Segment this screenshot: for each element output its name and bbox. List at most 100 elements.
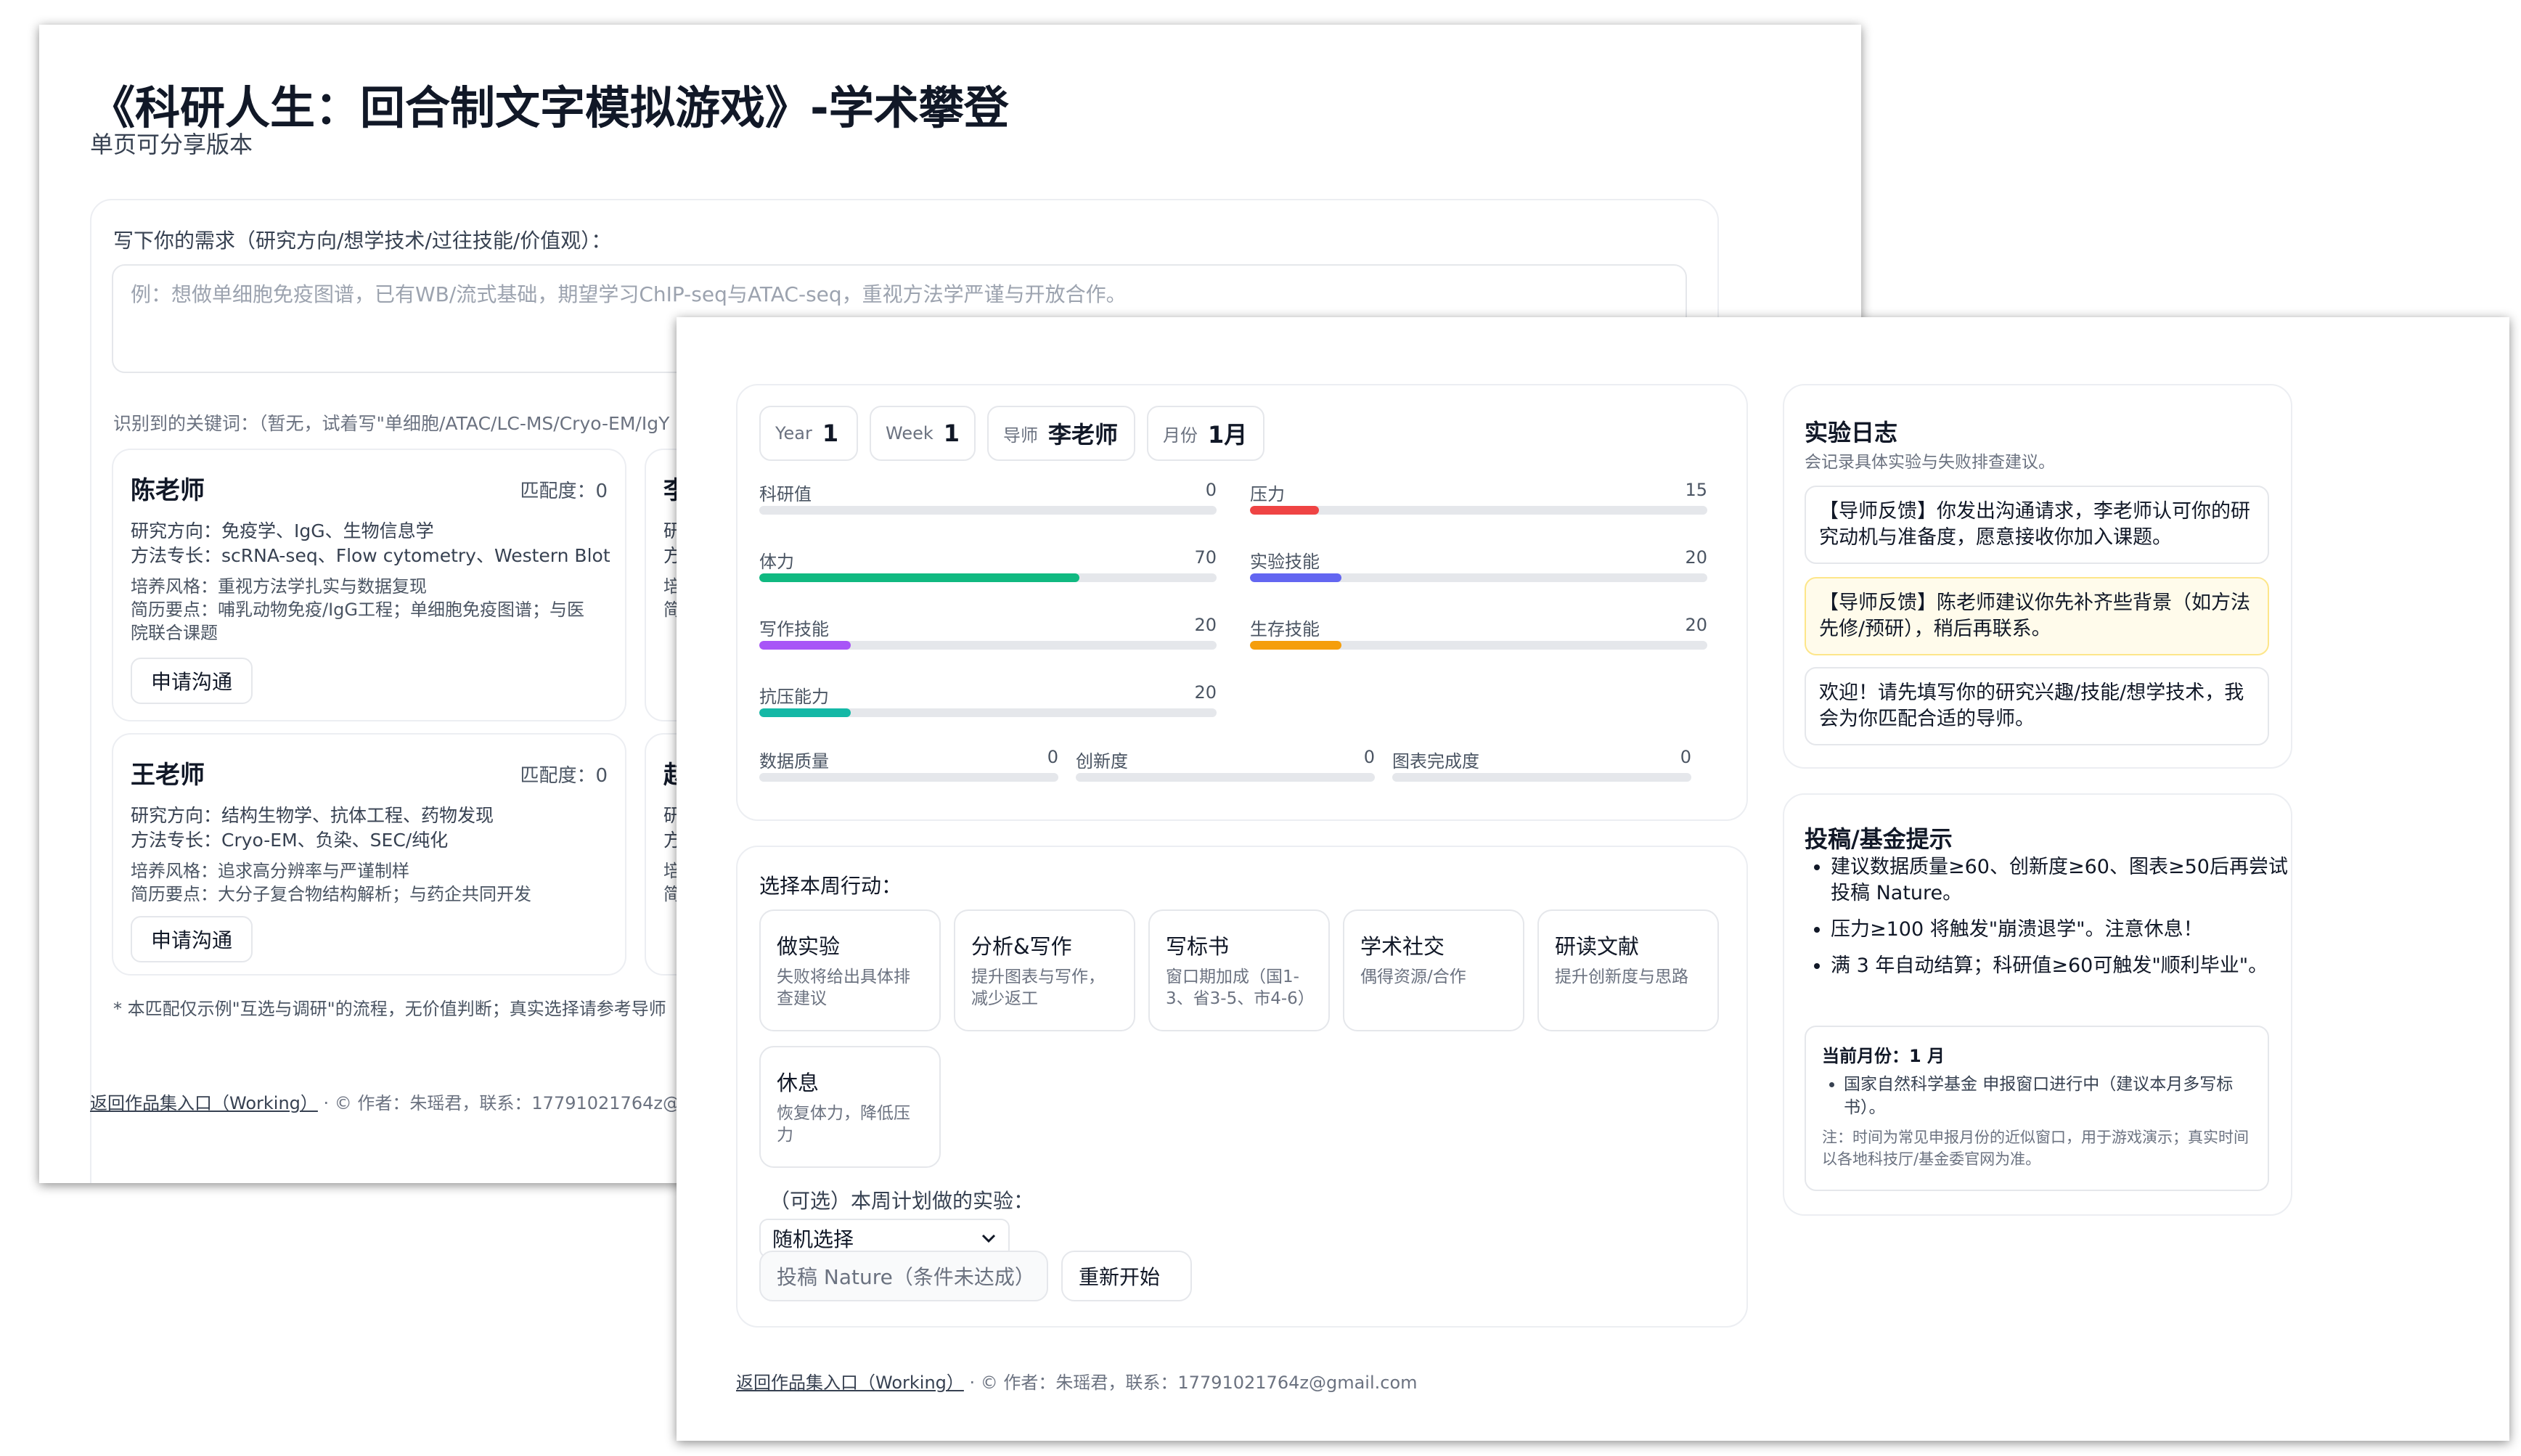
quality-bar [759, 773, 1058, 782]
tips-title: 投稿/基金提示 [1805, 825, 1953, 853]
actions-panel: 选择本周行动： 做实验 失败将给出具体排查建议 分析&写作 提升图表与写作，减少… [736, 846, 1748, 1328]
chip-key: Year [775, 423, 812, 443]
portfolio-link[interactable]: 返回作品集入口（Working） [736, 1373, 964, 1393]
action-desc: 提升创新度与思路 [1555, 968, 1688, 986]
submission-tips-panel: 投稿/基金提示 建议数据质量≥60、创新度≥60、图表≥50后再尝试投稿 Nat… [1783, 793, 2292, 1216]
stat-label: 实验技能 [1250, 552, 1320, 572]
mentor-card-wang: 王老师 匹配度：0 研究方向：结构生物学、抗体工程、药物发现 方法专长：Cryo… [112, 733, 626, 976]
stat-value: 20 [1194, 682, 1217, 703]
match-score: 匹配度：0 [520, 480, 608, 502]
quality-value: 0 [1363, 747, 1375, 767]
action-grant-writing[interactable]: 写标书 窗口期加成（国1-3、省3-5、市4-6） [1148, 909, 1330, 1031]
stat-bar-fill [1250, 506, 1319, 515]
stat-bar [759, 708, 1217, 717]
action-desc: 恢复体力，降低压力 [777, 1104, 910, 1145]
mentor-card-chen: 陈老师 匹配度：0 研究方向：免疫学、IgG、生物信息学 方法专长：scRNA-… [112, 449, 626, 721]
tip-item: 建议数据质量≥60、创新度≥60、图表≥50后再尝试投稿 Nature。 [1831, 854, 2295, 907]
experiment-select-label: （可选）本周计划做的实验： [769, 1189, 1034, 1213]
footer: 返回作品集入口（Working） · © 作者：朱瑶君，联系：177910217… [736, 1368, 1418, 1394]
quality-label: 创新度 [1076, 751, 1128, 772]
footer: 返回作品集入口（Working） · © 作者：朱瑶君，联系：177910217… [90, 1089, 680, 1114]
matching-note: * 本匹配仅示例"互选与调研"的流程，无价值判断；真实选择请参考导师 [113, 999, 666, 1019]
mentor-resume-cont: 院联合课题 [131, 623, 218, 643]
action-desc: 失败将给出具体排查建议 [777, 968, 910, 1008]
apply-button-wang[interactable]: 申请沟通 [131, 916, 253, 962]
chip-key: 月份 [1163, 425, 1198, 446]
action-social[interactable]: 学术社交 偶得资源/合作 [1343, 909, 1524, 1031]
game-window: Year 1 Week 1 导师 李老师 月份 1月 科研值 0 压力 15 体力 70 实… [677, 317, 2509, 1441]
apply-button-chen[interactable]: 申请沟通 [131, 658, 253, 704]
needs-prompt-label: 写下你的需求（研究方向/想学技术/过往技能/价值观）： [113, 229, 612, 253]
log-entry: 欢迎！请先填写你的研究兴趣/技能/想学技术，我会为你匹配合适的导师。 [1805, 667, 2269, 745]
action-literature[interactable]: 研读文献 提升创新度与思路 [1537, 909, 1719, 1031]
mentor-style: 培养风格：追求高分辨率与严谨制样 [131, 861, 409, 881]
stat-label: 抗压能力 [759, 687, 829, 707]
experiment-log-panel: 实验日志 会记录具体实验与失败排查建议。 【导师反馈】你发出沟通请求，李老师认可… [1783, 384, 2292, 769]
current-month-title: 当前月份：1 月 [1822, 1046, 1945, 1066]
action-title: 写标书 [1166, 934, 1230, 959]
chip-key: Week [886, 423, 933, 443]
month-item: 国家自然科学基金 申报窗口进行中（建议本月多写标书）。 [1844, 1073, 2252, 1119]
chip-value: 李老师 [1048, 421, 1119, 449]
stat-value: 70 [1194, 547, 1217, 568]
tip-item: 满 3 年自动结算；科研值≥60可触发"顺利毕业"。 [1831, 953, 2295, 979]
stat-value: 0 [1205, 480, 1217, 500]
mentor-direction: 研究方向：免疫学、IgG、生物信息学 [131, 520, 434, 541]
stat-label: 写作技能 [759, 619, 829, 639]
action-title: 研读文献 [1555, 934, 1640, 959]
actions-title: 选择本周行动： [759, 874, 902, 898]
experiment-select-value: 随机选择 [772, 1227, 854, 1251]
current-month-box: 当前月份：1 月 国家自然科学基金 申报窗口进行中（建议本月多写标书）。 注：时… [1805, 1026, 2269, 1191]
log-entry: 【导师反馈】陈老师建议你先补齐些背景（如方法先修/预研），稍后再联系。 [1805, 577, 2269, 655]
stat-value: 20 [1685, 547, 1707, 568]
stat-bar [759, 641, 1217, 650]
quality-bar [1392, 773, 1691, 782]
page-subtitle: 单页可分享版本 [90, 131, 253, 158]
stat-label: 科研值 [759, 484, 812, 504]
action-experiment[interactable]: 做实验 失败将给出具体排查建议 [759, 909, 941, 1031]
stat-bar-fill [759, 708, 851, 717]
action-analysis-writing[interactable]: 分析&写作 提升图表与写作，减少返工 [954, 909, 1135, 1031]
mentor-chip: 导师 李老师 [987, 406, 1135, 461]
portfolio-link[interactable]: 返回作品集入口（Working） [90, 1093, 318, 1113]
stat-value: 20 [1194, 615, 1217, 635]
tips-list: 建议数据质量≥60、创新度≥60、图表≥50后再尝试投稿 Nature。 压力≥… [1805, 854, 2295, 989]
stat-bar-fill [759, 573, 1079, 582]
month-chip: 月份 1月 [1147, 406, 1264, 461]
tip-item: 压力≥100 将触发"崩溃退学"。注意休息！ [1831, 917, 2295, 943]
stat-bar [759, 573, 1217, 582]
quality-value: 0 [1680, 747, 1691, 767]
chip-key: 导师 [1003, 425, 1038, 446]
mentor-methods: 方法专长：Cryo-EM、负染、SEC/纯化 [131, 830, 449, 851]
week-chip: Week 1 [870, 406, 976, 461]
stat-bar [1250, 573, 1707, 582]
action-title: 做实验 [777, 934, 841, 959]
chip-value: 1 [822, 420, 839, 447]
action-desc: 偶得资源/合作 [1360, 968, 1466, 986]
quality-bar [1076, 773, 1375, 782]
action-desc: 提升图表与写作，减少返工 [971, 968, 1105, 1008]
stat-bar-fill [1250, 641, 1341, 650]
match-score: 匹配度：0 [520, 765, 608, 787]
restart-button[interactable]: 重新开始 [1061, 1251, 1192, 1301]
stat-value: 20 [1685, 615, 1707, 635]
stat-bar-fill [1250, 573, 1341, 582]
stat-bar [759, 506, 1217, 515]
quality-value: 0 [1047, 747, 1058, 767]
mentor-name: 陈老师 [131, 476, 205, 505]
chevron-down-icon [981, 1234, 996, 1243]
stat-label: 体力 [759, 552, 794, 572]
action-rest[interactable]: 休息 恢复体力，降低压力 [759, 1046, 941, 1168]
submit-nature-button[interactable]: 投稿 Nature（条件未达成） [759, 1251, 1048, 1301]
month-list: 国家自然科学基金 申报窗口进行中（建议本月多写标书）。 [1822, 1073, 2252, 1119]
log-entry: 【导师反馈】你发出沟通请求，李老师认可你的研究动机与准备度，愿意接收你加入课题。 [1805, 486, 2269, 564]
action-title: 学术社交 [1360, 934, 1445, 959]
month-note: 注：时间为常见申报月份的近似窗口，用于游戏演示；真实时间以各地科技厅/基金委官网… [1822, 1129, 2249, 1168]
stat-bar-fill [759, 641, 851, 650]
footer-credit: · © 作者：朱瑶君，联系：17791021764z@ [317, 1093, 680, 1113]
stat-label: 压力 [1250, 484, 1285, 504]
quality-label: 数据质量 [759, 751, 829, 772]
stat-bar [1250, 506, 1707, 515]
stat-value: 15 [1685, 480, 1707, 500]
mentor-name: 王老师 [131, 761, 205, 790]
